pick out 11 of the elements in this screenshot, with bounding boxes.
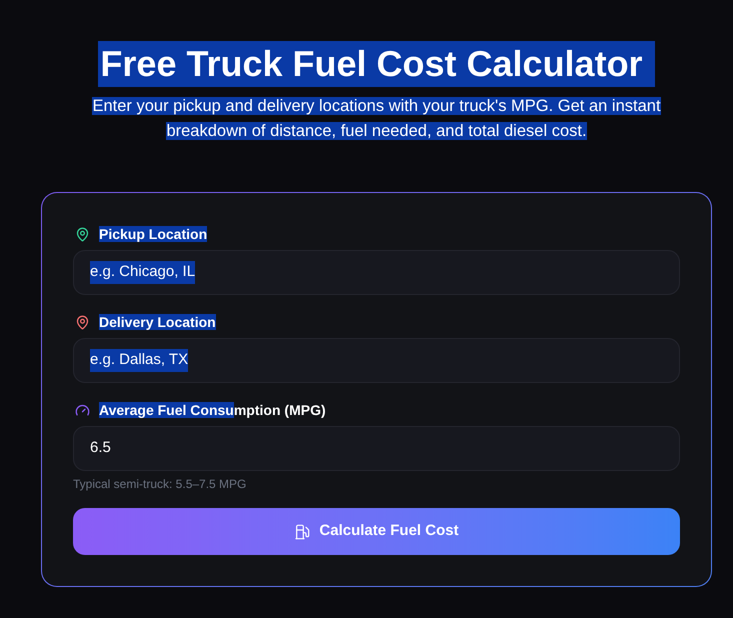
field-label: Delivery Location: [99, 313, 216, 332]
calculate-button[interactable]: Calculate Fuel Cost: [73, 508, 680, 555]
field-label: Pickup Location: [99, 225, 208, 244]
input-field[interactable]: e.g. Chicago, IL: [73, 250, 680, 295]
fuel-pump-icon: [294, 524, 310, 540]
page-subtitle: Enter your pickup and delivery locations with your truck's MPG. Get an instant breakdown of distance, fuel needed, and total diesel cost.: [91, 96, 662, 142]
input-field[interactable]: 6.5: [73, 426, 680, 471]
page-title: Free Truck Fuel Cost Calculator: [98, 41, 655, 87]
input-field[interactable]: e.g. Dallas, TX: [73, 338, 680, 383]
hint-text: Typical semi-truck: 5.5–7.5 MPG: [73, 477, 248, 491]
field-label: Average Fuel Consumption (MPG): [99, 401, 326, 420]
